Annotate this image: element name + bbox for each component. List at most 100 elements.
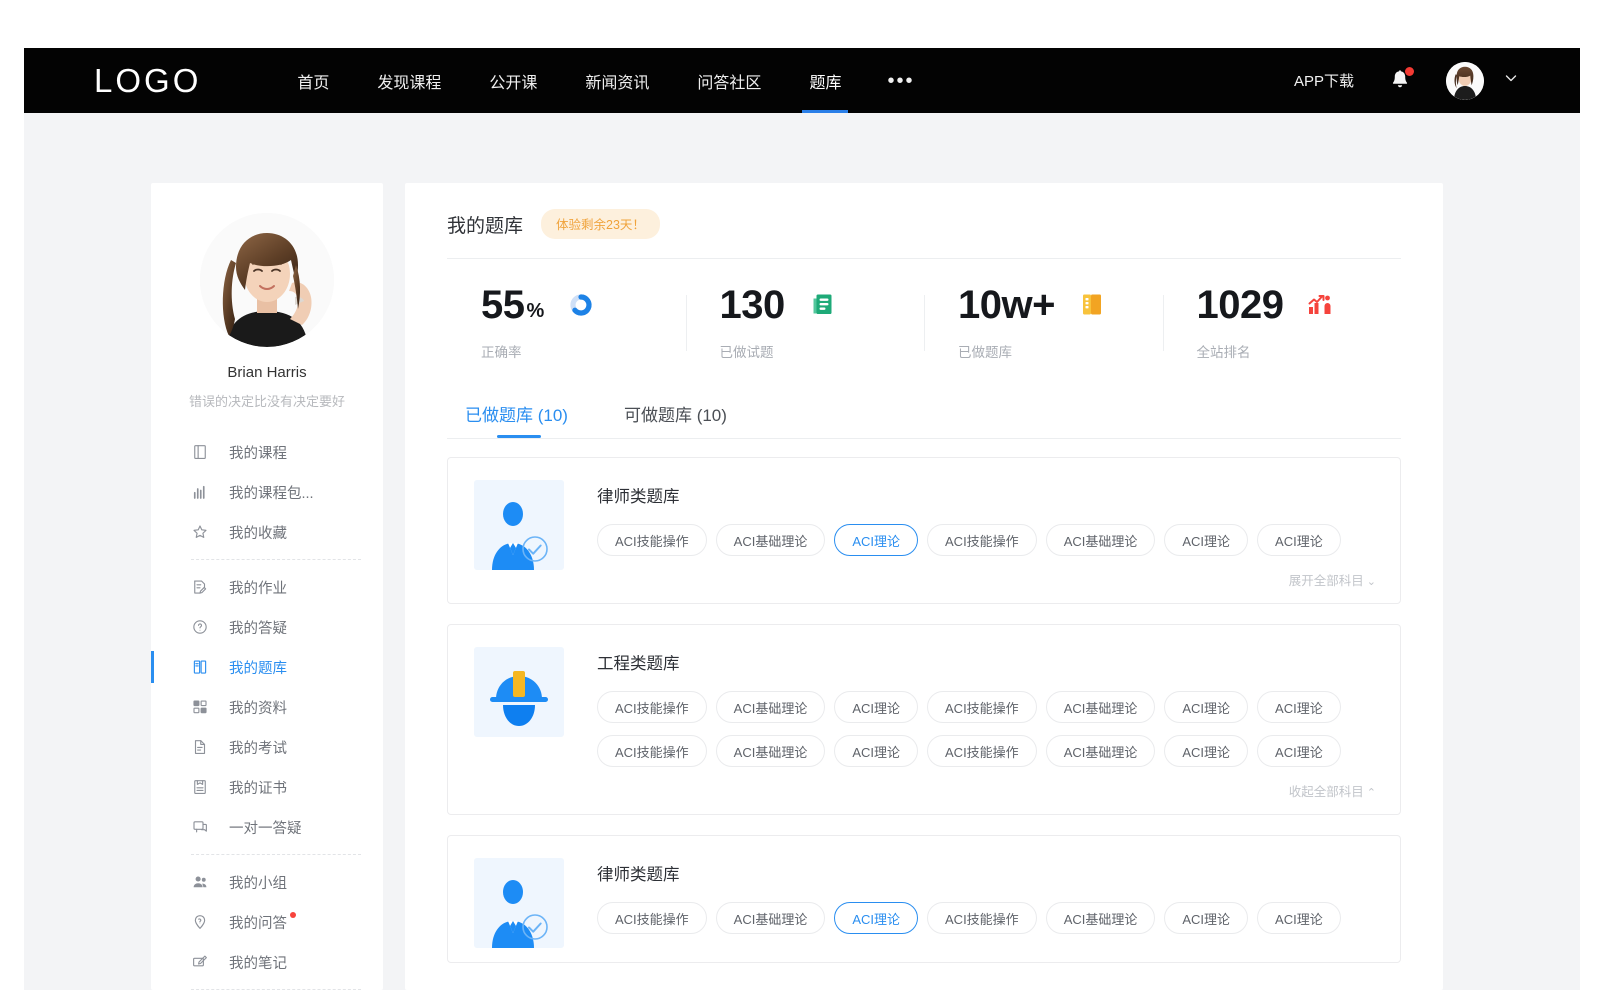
sidebar-item-11[interactable]: 我的问答 <box>151 902 383 942</box>
expand-subjects-toggle[interactable]: 收起全部科目⌃ <box>597 781 1376 800</box>
subject-chip[interactable]: ACI技能操作 <box>597 691 707 723</box>
stats-row: 55%正确率130已做试题10w+已做题库1029全站排名 <box>447 259 1401 361</box>
subject-chip[interactable]: ACI技能操作 <box>927 902 1037 934</box>
chevron-down-icon: ⌄ <box>1367 576 1376 588</box>
sidebar-item-2[interactable]: 我的收藏 <box>151 512 383 552</box>
avatar[interactable] <box>1446 62 1484 100</box>
subject-chip[interactable]: ACI基础理论 <box>716 735 826 767</box>
nav-item-label: 公开课 <box>489 69 537 93</box>
notification-badge-dot <box>1405 67 1414 76</box>
subject-chip[interactable]: ACI基础理论 <box>1046 735 1156 767</box>
subject-chip[interactable]: ACI理论 <box>1257 735 1341 767</box>
subject-chip-list: ACI技能操作ACI基础理论ACI理论ACI技能操作ACI基础理论ACI理论AC… <box>597 524 1376 556</box>
sidebar-item-6[interactable]: 我的资料 <box>151 687 383 727</box>
notification-bell-button[interactable] <box>1388 68 1412 94</box>
question-bank-card[interactable]: 工程类题库ACI技能操作ACI基础理论ACI理论ACI技能操作ACI基础理论AC… <box>447 624 1401 815</box>
lawyer-icon <box>474 480 564 570</box>
sidebar-item-0[interactable]: 我的课程 <box>151 432 383 472</box>
subject-chip-list: ACI技能操作ACI基础理论ACI理论ACI技能操作ACI基础理论ACI理论AC… <box>597 902 1376 934</box>
subject-chip[interactable]: ACI理论 <box>1164 902 1248 934</box>
subject-chip[interactable]: ACI理论 <box>834 902 918 934</box>
expand-subjects-toggle[interactable]: 展开全部科目⌄ <box>597 570 1376 589</box>
subject-chip[interactable]: ACI基础理论 <box>716 902 826 934</box>
sidebar-item-label: 一对一答疑 <box>229 817 302 838</box>
chat-bubbles-icon <box>191 818 209 836</box>
sidebar-item-12[interactable]: 我的笔记 <box>151 942 383 982</box>
subject-chip[interactable]: ACI基础理论 <box>1046 902 1156 934</box>
nav-item-5[interactable]: 题库 <box>785 48 865 113</box>
stat-card-0: 55%正确率 <box>447 285 686 361</box>
yellow-book-icon <box>1079 292 1105 318</box>
subject-chip[interactable]: ACI基础理论 <box>716 691 826 723</box>
sidebar-item-8[interactable]: 我的证书 <box>151 767 383 807</box>
subject-chip[interactable]: ACI理论 <box>834 524 918 556</box>
tab-divider <box>447 438 1401 439</box>
question-bank-title: 律师类题库 <box>597 483 1376 507</box>
subject-chip[interactable]: ACI理论 <box>1164 691 1248 723</box>
sidebar-item-7[interactable]: 我的考试 <box>151 727 383 767</box>
subject-chip[interactable]: ACI基础理论 <box>1046 524 1156 556</box>
stat-value: 10w+ <box>958 285 1055 325</box>
profile-avatar[interactable] <box>200 213 334 347</box>
question-bank-card[interactable]: 律师类题库ACI技能操作ACI基础理论ACI理论ACI技能操作ACI基础理论AC… <box>447 835 1401 963</box>
subject-chip[interactable]: ACI技能操作 <box>597 524 707 556</box>
tab-1[interactable]: 可做题库 (10) <box>624 401 727 438</box>
nav-item-2[interactable]: 公开课 <box>465 48 561 113</box>
subject-chip[interactable]: ACI基础理论 <box>716 524 826 556</box>
subject-chip[interactable]: ACI技能操作 <box>597 735 707 767</box>
subject-chip[interactable]: ACI理论 <box>834 735 918 767</box>
site-logo[interactable]: LOGO <box>94 62 201 100</box>
subject-chip[interactable]: ACI理论 <box>1257 524 1341 556</box>
nav-item-4[interactable]: 问答社区 <box>673 48 785 113</box>
helmet-icon <box>474 647 564 737</box>
question-bank-list: 律师类题库ACI技能操作ACI基础理论ACI理论ACI技能操作ACI基础理论AC… <box>447 457 1401 963</box>
sidebar-item-10[interactable]: 我的小组 <box>151 862 383 902</box>
subject-chip[interactable]: ACI理论 <box>1164 524 1248 556</box>
tab-0[interactable]: 已做题库 (10) <box>465 401 568 438</box>
subject-chip[interactable]: ACI技能操作 <box>927 735 1037 767</box>
subject-chip[interactable]: ACI技能操作 <box>927 691 1037 723</box>
subject-chip[interactable]: ACI技能操作 <box>927 524 1037 556</box>
tab-label: 可做题库 (10) <box>624 406 727 425</box>
exam-doc-icon <box>191 738 209 756</box>
question-circle-icon <box>191 618 209 636</box>
stat-value-row: 1029 <box>1197 285 1402 325</box>
sidebar-item-9[interactable]: 一对一答疑 <box>151 807 383 847</box>
question-bank-body: 工程类题库ACI技能操作ACI基础理论ACI理论ACI技能操作ACI基础理论AC… <box>597 647 1376 800</box>
stat-value-row: 130 <box>720 285 925 325</box>
sidebar-item-3[interactable]: 我的作业 <box>151 567 383 607</box>
subject-chip[interactable]: ACI理论 <box>1164 735 1248 767</box>
nav-more-button[interactable]: ••• <box>865 48 936 113</box>
stat-value: 130 <box>720 285 785 325</box>
question-bank-title: 工程类题库 <box>597 650 1376 674</box>
subject-chip[interactable]: ACI理论 <box>834 691 918 723</box>
sidebar-item-4[interactable]: 我的答疑 <box>151 607 383 647</box>
question-bank-card[interactable]: 律师类题库ACI技能操作ACI基础理论ACI理论ACI技能操作ACI基础理论AC… <box>447 457 1401 604</box>
ring-progress-icon <box>568 292 594 318</box>
user-menu-chevron-button[interactable] <box>1502 69 1520 92</box>
profile-avatar-image <box>200 213 334 347</box>
subject-chip[interactable]: ACI理论 <box>1257 691 1341 723</box>
subject-chip[interactable]: ACI理论 <box>1257 902 1341 934</box>
homework-icon <box>191 578 209 596</box>
sidebar-item-label: 我的课程包... <box>229 482 314 503</box>
profile-motto: 错误的决定比没有决定要好 <box>151 391 383 410</box>
sidebar-item-label: 我的题库 <box>229 657 287 678</box>
chevron-down-icon <box>1502 69 1520 87</box>
subject-chip[interactable]: ACI技能操作 <box>597 902 707 934</box>
app-download-link[interactable]: APP下载 <box>1294 70 1354 91</box>
page-canvas: LOGO 首页发现课程公开课新闻资讯问答社区题库 ••• APP下载 <box>24 48 1580 990</box>
nav-item-1[interactable]: 发现课程 <box>353 48 465 113</box>
question-bank-title: 律师类题库 <box>597 861 1376 885</box>
chevron-up-icon: ⌃ <box>1367 787 1376 799</box>
nav-item-0[interactable]: 首页 <box>273 48 353 113</box>
tab-bar: 已做题库 (10) 可做题库 (10) <box>447 401 1401 438</box>
bars-icon <box>191 483 209 501</box>
subject-chip[interactable]: ACI基础理论 <box>1046 691 1156 723</box>
sidebar-item-1[interactable]: 我的课程包... <box>151 472 383 512</box>
sidebar-item-5[interactable]: 我的题库 <box>151 647 383 687</box>
book-icon <box>191 443 209 461</box>
user-avatar-image <box>1446 62 1484 100</box>
stat-value-row: 55% <box>481 285 686 325</box>
nav-item-3[interactable]: 新闻资讯 <box>561 48 673 113</box>
